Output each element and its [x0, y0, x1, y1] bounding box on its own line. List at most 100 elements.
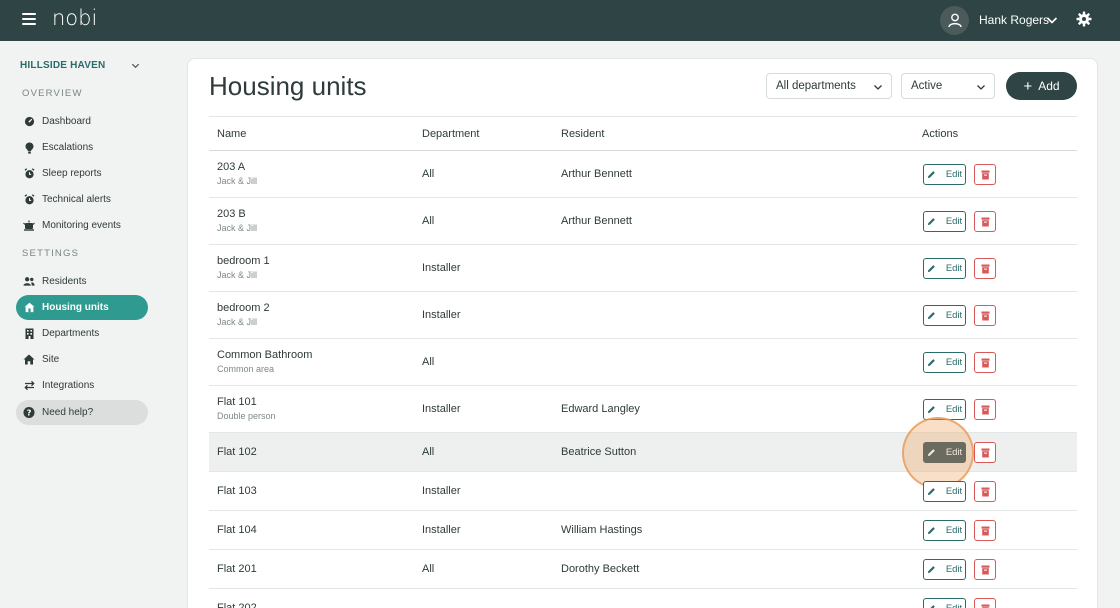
- pencil-icon: [927, 358, 941, 367]
- sidebar-item-label: Technical alerts: [42, 194, 111, 205]
- edit-button[interactable]: Edit: [923, 258, 966, 279]
- edit-button-label: Edit: [945, 357, 963, 368]
- unit-name: Flat 102: [217, 446, 257, 458]
- sidebar-item-escalations[interactable]: Escalations: [16, 135, 148, 160]
- delete-button[interactable]: [974, 559, 996, 580]
- add-button-label: Add: [1038, 79, 1060, 93]
- arrows-icon: [23, 380, 35, 392]
- user-icon[interactable]: [940, 6, 969, 35]
- edit-button[interactable]: Edit: [923, 442, 966, 463]
- table-row[interactable]: Flat 102 All Beatrice Sutton Edit: [209, 417, 1077, 489]
- table-row[interactable]: Flat 201 All Dorothy Beckett Edit: [209, 550, 1077, 589]
- unit-resident: William Hastings: [561, 524, 643, 536]
- user-name[interactable]: Hank Rogers: [979, 13, 1049, 27]
- column-header-resident: Resident: [561, 128, 605, 140]
- pencil-icon: [927, 217, 941, 226]
- unit-name: bedroom 1: [217, 255, 270, 267]
- unit-name: Flat 202: [217, 602, 257, 608]
- table-row[interactable]: Flat 202 Edit: [209, 589, 1077, 608]
- edit-button[interactable]: Edit: [923, 559, 966, 580]
- sidebar-item-residents[interactable]: Residents: [16, 269, 148, 294]
- house-icon: [23, 302, 35, 314]
- delete-button[interactable]: [974, 164, 996, 185]
- sidebar-item-sleep-reports[interactable]: Sleep reports: [16, 161, 148, 186]
- table-header: Name Department Resident Actions: [209, 116, 1077, 151]
- sidebar-item-label: Site: [42, 354, 60, 365]
- edit-button[interactable]: Edit: [923, 164, 966, 185]
- delete-button[interactable]: [974, 399, 996, 420]
- dashboard-icon: [23, 116, 35, 128]
- settings-section-label: SETTINGS: [22, 248, 80, 259]
- sidebar-item-housing-units[interactable]: Housing units: [16, 295, 148, 320]
- edit-button-label: Edit: [945, 564, 963, 575]
- alarm-clock-icon: [23, 194, 35, 206]
- table-row[interactable]: Common Bathroom Common area All Edit: [209, 339, 1077, 386]
- hamburger-icon[interactable]: [22, 13, 36, 27]
- department-filter-value: All departments: [776, 80, 856, 92]
- sidebar-item-site[interactable]: Site: [16, 347, 148, 372]
- delete-button[interactable]: [974, 481, 996, 502]
- edit-button[interactable]: Edit: [923, 598, 966, 608]
- edit-button[interactable]: Edit: [923, 399, 966, 420]
- table-row[interactable]: Flat 104 Installer William Hastings Edit: [209, 511, 1077, 550]
- unit-department: Installer: [422, 403, 461, 415]
- edit-button-label: Edit: [945, 486, 963, 497]
- sidebar-item-departments[interactable]: Departments: [16, 321, 148, 346]
- pencil-icon: [927, 487, 941, 496]
- trash-icon: [981, 526, 990, 536]
- pencil-icon: [927, 170, 941, 179]
- delete-button[interactable]: [974, 305, 996, 326]
- status-filter-select[interactable]: Active: [901, 73, 995, 99]
- unit-subtitle: Jack & Jill: [217, 317, 258, 327]
- unit-subtitle: Jack & Jill: [217, 176, 258, 186]
- column-header-actions: Actions: [922, 128, 959, 140]
- delete-button[interactable]: [974, 442, 996, 463]
- sidebar-item-label: Monitoring events: [42, 220, 121, 231]
- app-logo[interactable]: nobi: [52, 6, 97, 30]
- sidebar-item-technical-alerts[interactable]: Technical alerts: [16, 187, 148, 212]
- trash-icon: [981, 217, 990, 227]
- unit-subtitle: Jack & Jill: [217, 270, 258, 280]
- delete-button[interactable]: [974, 211, 996, 232]
- edit-button[interactable]: Edit: [923, 305, 966, 326]
- site-selector[interactable]: HILLSIDE HAVEN: [20, 60, 146, 74]
- sidebar-item-label: Residents: [42, 276, 87, 287]
- table-row[interactable]: 203 A Jack & Jill All Arthur Bennett Edit: [209, 151, 1077, 198]
- unit-department: Installer: [422, 485, 461, 497]
- sidebar-item-label: Departments: [42, 328, 100, 339]
- delete-button[interactable]: [974, 520, 996, 541]
- edit-button[interactable]: Edit: [923, 481, 966, 502]
- table-row[interactable]: 203 B Jack & Jill All Arthur Bennett Edit: [209, 198, 1077, 245]
- escalation-icon: [23, 142, 35, 154]
- edit-button[interactable]: Edit: [923, 520, 966, 541]
- chevron-down-icon[interactable]: [1046, 13, 1058, 31]
- sidebar-item-dashboard[interactable]: Dashboard: [16, 109, 148, 134]
- edit-button-label: Edit: [945, 263, 963, 274]
- delete-button[interactable]: [974, 598, 996, 608]
- department-filter-select[interactable]: All departments: [766, 73, 892, 99]
- sidebar-item-integrations[interactable]: Integrations: [16, 373, 148, 398]
- need-help-button[interactable]: ? Need help?: [16, 400, 148, 425]
- edit-button-label: Edit: [945, 310, 963, 321]
- overview-section-label: OVERVIEW: [22, 88, 83, 99]
- edit-button[interactable]: Edit: [923, 352, 966, 373]
- pencil-icon: [927, 405, 941, 414]
- edit-button[interactable]: Edit: [923, 211, 966, 232]
- add-button[interactable]: + Add: [1006, 72, 1077, 100]
- trash-icon: [981, 311, 990, 321]
- table-row[interactable]: bedroom 2 Jack & Jill Installer Edit: [209, 292, 1077, 339]
- delete-button[interactable]: [974, 258, 996, 279]
- table-row[interactable]: Flat 101 Double person Installer Edward Lan…: [209, 386, 1077, 433]
- edit-button-label: Edit: [945, 447, 963, 458]
- sidebar: HILLSIDE HAVEN OVERVIEW Dashboard Escala…: [0, 41, 166, 608]
- pencil-icon: [927, 526, 941, 535]
- sidebar-item-monitoring-events[interactable]: Monitoring events: [16, 213, 148, 238]
- table-row[interactable]: Flat 103 Installer Edit: [209, 472, 1077, 511]
- trash-icon: [981, 604, 990, 608]
- gear-icon[interactable]: [1076, 11, 1092, 32]
- trash-icon: [981, 565, 990, 575]
- table-row[interactable]: bedroom 1 Jack & Jill Installer Edit: [209, 245, 1077, 292]
- delete-button[interactable]: [974, 352, 996, 373]
- status-filter-value: Active: [911, 80, 943, 92]
- unit-name: 203 A: [217, 161, 246, 173]
